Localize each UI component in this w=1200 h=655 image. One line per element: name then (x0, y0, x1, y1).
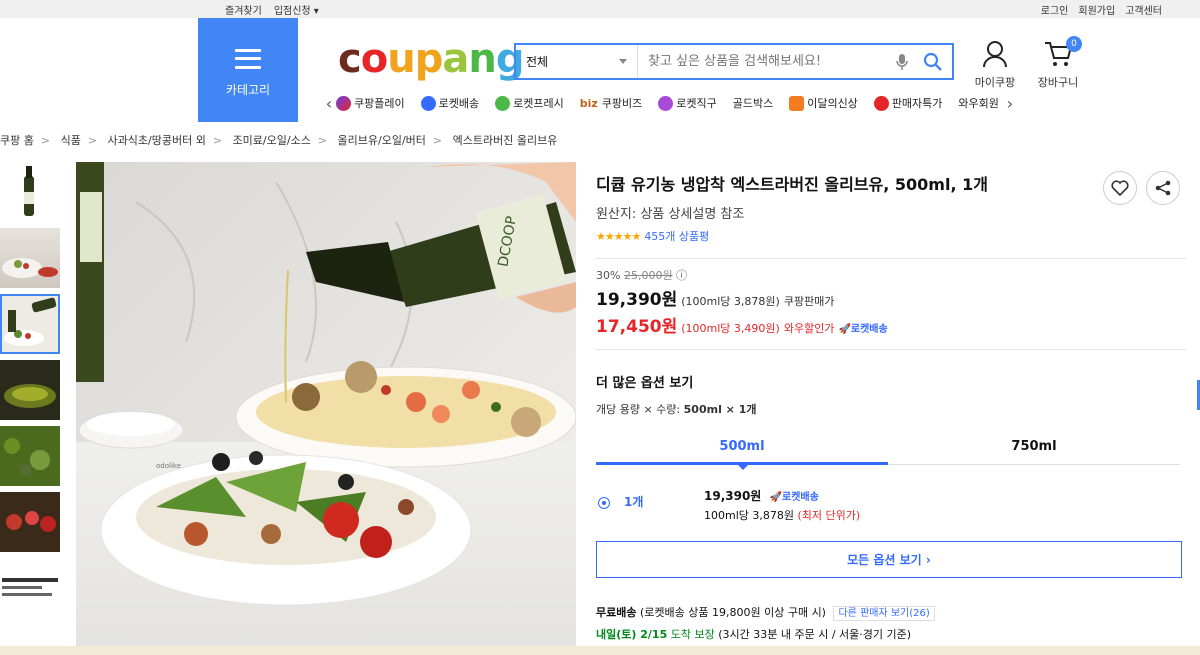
option-summary: 개당 용량 × 수량: 500ml × 1개 (596, 403, 757, 416)
wishlist-button[interactable] (1103, 171, 1137, 205)
bag-icon (789, 95, 805, 111)
tab-500ml[interactable]: 500ml (596, 439, 888, 470)
my-coupang-button[interactable]: 마이쿠팡 (965, 40, 1025, 90)
breadcrumb-item[interactable]: 올리브유/오일/버터 (338, 134, 426, 147)
quick-coupang-play[interactable]: 쿠팡플레이 (336, 95, 405, 111)
option-unit-price: 100ml당 3,878원 (최저 단위가) (704, 509, 861, 522)
microphone-icon[interactable] (892, 52, 912, 72)
thumbnail[interactable] (0, 360, 60, 420)
rating-row: ★★★★★ 455개 상품평 (596, 228, 1186, 244)
chevron-right-icon[interactable]: › (1003, 94, 1017, 113)
quick-menu: ‹ 쿠팡플레이 로켓배송 로켓프레시 biz 쿠팡비즈 로켓직구 골드박스 이달의… (322, 92, 1082, 114)
rocket-delivery-badge: 🚀로켓배송 (769, 492, 819, 503)
option-row[interactable]: 1개 19,390원 🚀로켓배송 100ml당 3,878원 (최저 단위가) (596, 487, 1186, 523)
other-sellers-button[interactable]: 다른 판매자 보기(26) (833, 606, 935, 621)
original-price: 25,000원 (623, 269, 673, 282)
option-radio[interactable] (598, 497, 610, 509)
breadcrumb-item[interactable]: 사과식초/땅콩버터 외 (108, 134, 206, 147)
thumbnail[interactable] (0, 162, 60, 222)
rocket-icon (420, 95, 436, 111)
top-utility-bar: 즐겨찾기 입점신청 ▾ 로그인 회원가입 고객센터 (0, 0, 1200, 18)
info-icon[interactable]: ⓘ (676, 269, 687, 282)
search-button[interactable] (918, 47, 948, 77)
search-input[interactable] (638, 45, 892, 78)
cart-button[interactable]: 0 장바구니 (1028, 36, 1088, 90)
breadcrumb-item[interactable]: 조미료/오일/소스 (233, 134, 311, 147)
breadcrumb-item[interactable]: 쿠팡 홈 (0, 134, 34, 147)
search-scope-select[interactable]: 전체 (516, 45, 638, 78)
wow-price: 17,450원 (596, 317, 678, 337)
quick-new-items[interactable]: 이달의신상 (789, 95, 858, 111)
heart-icon (1111, 180, 1129, 196)
category-label: 카테고리 (225, 82, 271, 97)
thumbnail[interactable] (0, 426, 60, 486)
quick-coupang-biz[interactable]: biz 쿠팡비즈 (580, 95, 643, 111)
bottom-bar (0, 646, 1200, 655)
tab-750ml[interactable]: 750ml (888, 439, 1180, 465)
option-price-line: 19,390원 🚀로켓배송 (704, 489, 819, 503)
option-tabs: 500ml 750ml (596, 439, 1186, 470)
quick-rocket-delivery[interactable]: 로켓배송 (420, 95, 479, 111)
thumbnail[interactable] (0, 492, 60, 552)
sale-price: 19,390원 (596, 290, 678, 310)
customer-center-link[interactable]: 고객센터 (1125, 2, 1162, 17)
bookmark-link[interactable]: 즐겨찾기 (225, 2, 262, 17)
signup-link[interactable]: 회원가입 (1078, 2, 1115, 17)
thumbnail[interactable] (0, 558, 60, 618)
percent-icon (873, 95, 889, 111)
review-count-link[interactable]: 455개 상품평 (644, 228, 709, 244)
user-icon (983, 41, 1007, 68)
play-icon (336, 95, 351, 111)
thumbnail-list (0, 162, 62, 624)
option-qty: 1개 (624, 495, 644, 509)
product-title: 디큡 유기농 냉압착 엑스트라버진 올리브유, 500ml, 1개 (596, 175, 988, 194)
thumbnail-selected[interactable] (0, 294, 60, 354)
globe-icon (658, 95, 674, 111)
share-button[interactable] (1146, 171, 1180, 205)
breadcrumb-item[interactable]: 엑스트라버진 올리브유 (453, 134, 558, 147)
shipping-info: 무료배송 (로켓배송 상품 19,800원 이상 구매 시) 다른 판매자 보기… (596, 604, 1186, 621)
seller-apply-link[interactable]: 입점신청 ▾ (274, 2, 319, 17)
breadcrumb-item[interactable]: 식품 (61, 134, 81, 147)
cart-count-badge: 0 (1066, 36, 1082, 52)
origin-info: 원산지: 상품 상세설명 참조 (596, 207, 745, 222)
hamburger-icon (235, 48, 261, 69)
share-icon (1155, 180, 1171, 196)
all-options-button[interactable]: 모든 옵션 보기 › (596, 541, 1182, 578)
breadcrumb: 쿠팡 홈 > 식품 > 사과식초/땅콩버터 외 > 조미료/오일/소스 > 올리브유/오… (0, 134, 558, 147)
quick-wow[interactable]: 와우회원 (958, 95, 998, 111)
thumbnail[interactable] (0, 228, 60, 288)
search-icon (923, 52, 942, 71)
star-rating: ★★★★★ (596, 229, 641, 243)
arrival-info: 내일(토) 2/15 도착 보장 (3시간 33분 내 주문 시 / 서울·경기… (596, 628, 912, 641)
rocket-delivery-badge: 🚀로켓배송 (838, 324, 888, 335)
quick-goldbox[interactable]: 골드박스 (733, 95, 773, 111)
wow-price-row: 17,450원 (100ml당 3,490원) 와우할인가 🚀로켓배송 (596, 312, 1186, 337)
main-product-image[interactable]: DCOOP odolike (76, 162, 576, 646)
category-menu-button[interactable]: 카테고리 (198, 18, 298, 122)
quick-rocket-fresh[interactable]: 로켓프레시 (495, 95, 564, 111)
quick-rocket-global[interactable]: 로켓직구 (658, 95, 717, 111)
coupang-logo[interactable]: coupang (338, 36, 524, 82)
chevron-down-icon (619, 59, 627, 64)
chevron-left-icon[interactable]: ‹ (322, 94, 336, 113)
bowl-brand-label: odolike (156, 462, 181, 470)
rocket-fresh-icon (495, 95, 511, 111)
quick-seller-deals[interactable]: 판매자특가 (873, 95, 942, 111)
product-info-panel: 디큡 유기농 냉압착 엑스트라버진 올리브유, 500ml, 1개 원산지: 상… (596, 165, 1186, 642)
sale-price-row: 19,390원 (100ml당 3,878원) 쿠팡판매가 (596, 285, 1186, 310)
more-options-title: 더 많은 옵션 보기 (596, 376, 694, 391)
discount-row: 30% 25,000원 ⓘ (596, 269, 688, 282)
login-link[interactable]: 로그인 (1041, 2, 1069, 17)
search-bar: 전체 (514, 43, 954, 80)
